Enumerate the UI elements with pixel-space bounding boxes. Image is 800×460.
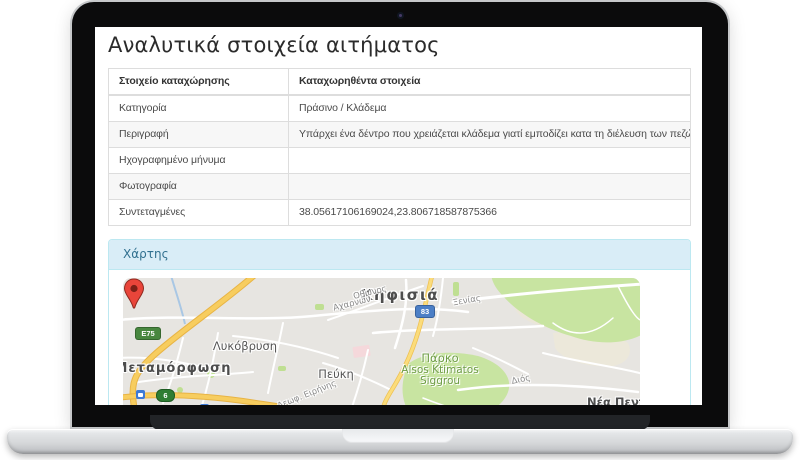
- row-label: Ηχογραφημένο μήνυμα: [109, 148, 289, 174]
- row-label: Κατηγορία: [109, 95, 289, 122]
- road-shield-e75-icon: E75: [136, 328, 160, 339]
- road-shield-6-icon: 6: [157, 390, 174, 401]
- laptop-screen: Αναλυτικά στοιχεία αιτήματος Στοιχείο κα…: [95, 27, 702, 405]
- map-panel-header: Χάρτης: [109, 240, 690, 270]
- row-label: Περιγραφή: [109, 122, 289, 148]
- table-header-row: Στοιχείο καταχώρησης Καταχωρηθέντα στοιχ…: [109, 69, 691, 96]
- row-label: Φωτογραφία: [109, 174, 289, 200]
- column-header: Στοιχείο καταχώρησης: [109, 69, 289, 96]
- row-value: [289, 148, 691, 174]
- row-value: Πράσινο / Κλάδεμα: [289, 95, 691, 122]
- laptop-hinge: [150, 415, 650, 430]
- map-panel: Χάρτης: [108, 239, 691, 405]
- row-value: Υπάρχει ένα δέντρο που χρειάζεται κλάδεμ…: [289, 122, 691, 148]
- page-title: Αναλυτικά στοιχεία αιτήματος: [108, 32, 689, 58]
- row-value: 38.05617106169024,23.806718587875366: [289, 200, 691, 226]
- table-row: Ηχογραφημένο μήνυμα: [109, 148, 691, 174]
- laptop-base-notch: [342, 429, 454, 443]
- table-row: Συντεταγμένες 38.05617106169024,23.80671…: [109, 200, 691, 226]
- map-panel-title: Χάρτης: [123, 247, 169, 261]
- row-value: [289, 174, 691, 200]
- map-canvas[interactable]: Κηφισιά Μεταμόρφωση Λυκόβρυση Πεύκη Νέα …: [123, 278, 640, 405]
- transit-station-icon: [200, 404, 209, 405]
- transit-station-icon: [136, 390, 145, 399]
- map-panel-body: Κηφισιά Μεταμόρφωση Λυκόβρυση Πεύκη Νέα …: [109, 270, 690, 405]
- city-label-nea-penteli: Νέα Πεντέλη: [587, 395, 640, 405]
- table-row: Φωτογραφία: [109, 174, 691, 200]
- table-row: Περιγραφή Υπάρχει ένα δέντρο που χρειάζε…: [109, 122, 691, 148]
- city-label-pefki: Πεύκη: [318, 367, 354, 381]
- webcam-icon: [397, 12, 404, 19]
- row-label: Συντεταγμένες: [109, 200, 289, 226]
- request-details-page: Αναλυτικά στοιχεία αιτήματος Στοιχείο κα…: [95, 27, 702, 405]
- city-label-lykovrysi: Λυκόβρυση: [213, 339, 277, 353]
- laptop-base: [7, 429, 793, 454]
- road-shield-83-icon: 83: [416, 306, 434, 317]
- park-label: Πάρκο Alsos Ktimatos Siggrou: [401, 353, 478, 388]
- city-label-metamorfosi: Μεταμόρφωση: [123, 361, 232, 376]
- table-row: Κατηγορία Πράσινο / Κλάδεμα: [109, 95, 691, 122]
- details-table: Στοιχείο καταχώρησης Καταχωρηθέντα στοιχ…: [108, 68, 691, 226]
- map-pin-icon[interactable]: [123, 278, 145, 310]
- laptop-mockup: Αναλυτικά στοιχεία αιτήματος Στοιχείο κα…: [0, 0, 800, 460]
- laptop-lid: Αναλυτικά στοιχεία αιτήματος Στοιχείο κα…: [72, 2, 728, 427]
- column-header: Καταχωρηθέντα στοιχεία: [289, 69, 691, 96]
